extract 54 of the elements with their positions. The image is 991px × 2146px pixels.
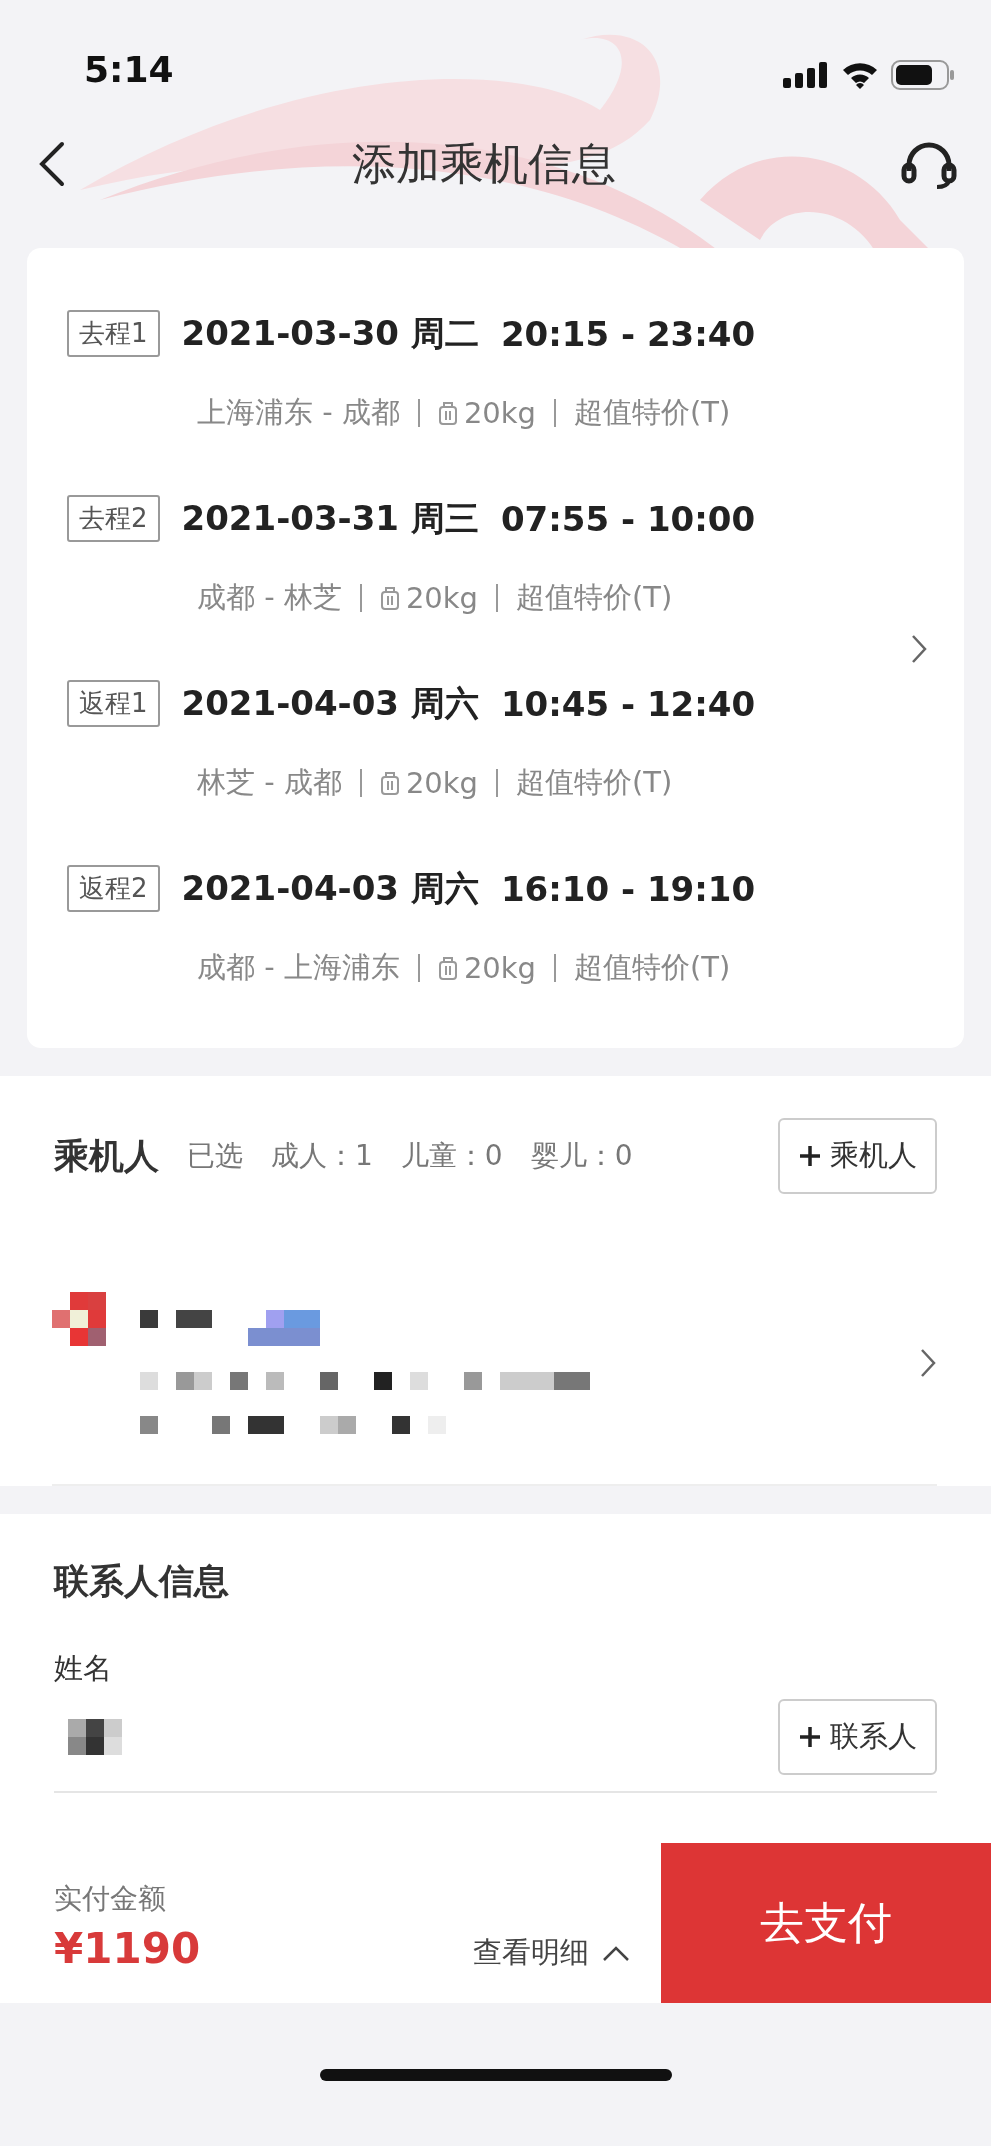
- pay-button[interactable]: 去支付: [661, 1843, 991, 2003]
- luggage-icon: [437, 956, 458, 980]
- trip-tag: 去程1: [67, 310, 160, 357]
- chevron-right-icon: [919, 1347, 937, 1379]
- flight-route: 上海浦东 - 成都: [197, 394, 400, 431]
- luggage-icon: [379, 771, 400, 795]
- passenger-count: 成人：1: [271, 1138, 373, 1174]
- total-price: ¥1190: [54, 1924, 201, 1973]
- flight-date: 2021-03-30 周二: [181, 311, 479, 355]
- details-button[interactable]: 查看明细: [473, 1933, 631, 1973]
- flight-date: 2021-04-03 周六: [181, 681, 479, 725]
- passenger-count: 婴儿：0: [530, 1138, 633, 1174]
- fare-class: 超值特价(T): [516, 579, 673, 616]
- fare-class: 超值特价(T): [516, 764, 673, 801]
- trip-tag: 返程1: [67, 680, 160, 727]
- luggage-icon: [379, 586, 400, 610]
- flight-time: 07:55 - 10:00: [500, 498, 756, 539]
- plus-icon: [798, 1144, 822, 1168]
- pixelated-avatar-drawing: [52, 1292, 106, 1346]
- passenger-count: 儿童：0: [400, 1138, 503, 1174]
- battery-icon: [891, 60, 955, 90]
- baggage-allowance: 20kg: [463, 951, 536, 985]
- status-time: 5:14: [84, 49, 174, 90]
- flight-route: 林芝 - 成都: [197, 764, 342, 801]
- flight-card[interactable]: [27, 248, 964, 1048]
- chevron-right-icon: [910, 633, 928, 665]
- flight-time: 16:10 - 19:10: [500, 868, 756, 909]
- chevron-up-icon: [601, 1944, 631, 1962]
- signal-icon: [783, 62, 829, 88]
- add-passenger-button[interactable]: 乘机人: [778, 1118, 937, 1194]
- baggage-allowance: 20kg: [405, 766, 478, 800]
- baggage-allowance: 20kg: [405, 581, 478, 615]
- flight-route: 成都 - 上海浦东: [197, 949, 400, 986]
- plus-icon: [798, 1725, 822, 1749]
- amount-label: 实付金额: [54, 1881, 167, 1917]
- page-title: 添加乘机信息: [351, 136, 616, 191]
- wifi-icon: [841, 61, 879, 89]
- flight-date: 2021-03-31 周三: [181, 496, 479, 540]
- section-title: 联系人信息: [54, 1560, 230, 1603]
- add-contact-button[interactable]: 联系人: [778, 1699, 937, 1775]
- fare-class: 超值特价(T): [574, 394, 731, 431]
- flight-time: 20:15 - 23:40: [500, 313, 756, 354]
- baggage-allowance: 20kg: [463, 396, 536, 430]
- field-label: 姓名: [54, 1650, 113, 1687]
- flight-time: 10:45 - 12:40: [500, 683, 756, 724]
- luggage-icon: [437, 401, 458, 425]
- trip-tag: 去程2: [67, 495, 160, 542]
- flight-date: 2021-04-03 周六: [181, 866, 479, 910]
- section-title: 乘机人: [54, 1134, 159, 1178]
- trip-tag: 返程2: [67, 865, 160, 912]
- flight-route: 成都 - 林芝: [197, 579, 342, 616]
- fare-class: 超值特价(T): [574, 949, 731, 986]
- pixelated-name-drawing: [68, 1719, 122, 1755]
- selected-label: 已选: [187, 1138, 243, 1174]
